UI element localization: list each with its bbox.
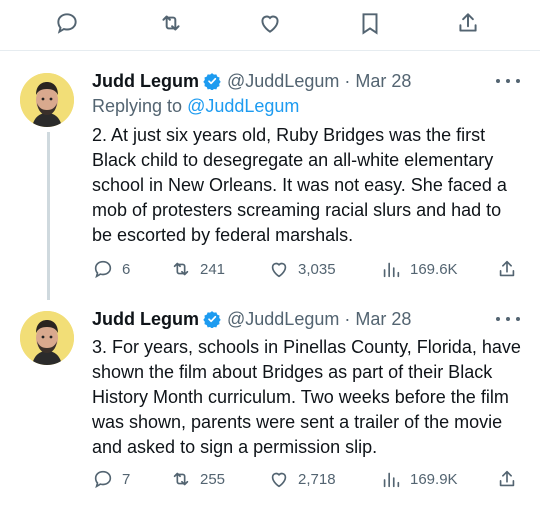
like-button[interactable]: 2,718	[268, 467, 336, 491]
replying-to: Replying to @JuddLegum	[92, 96, 299, 117]
like-icon	[271, 472, 287, 488]
repost-icon[interactable]	[156, 8, 186, 38]
replying-to-link[interactable]: @JuddLegum	[187, 96, 299, 116]
more-options-icon[interactable]	[496, 71, 520, 91]
display-name[interactable]: Judd Legum	[92, 71, 199, 92]
reply-icon	[94, 470, 112, 489]
share-icon	[499, 470, 515, 487]
bookmark-icon[interactable]	[355, 8, 385, 38]
like-icon[interactable]	[255, 8, 285, 38]
handle-and-date[interactable]: @JuddLegum · Mar 28	[227, 309, 411, 330]
tweet-actions: 6 241 3,035 169.6K	[92, 257, 522, 281]
avatar[interactable]	[20, 311, 74, 365]
reply-count: 7	[122, 470, 131, 488]
like-icon	[271, 262, 287, 278]
tweet-text: 3. For years, schools in Pinellas County…	[92, 337, 521, 457]
display-name[interactable]: Judd Legum	[92, 309, 199, 330]
views-icon	[383, 472, 400, 488]
more-options-icon[interactable]	[496, 309, 520, 329]
repost-count: 241	[200, 260, 226, 278]
share-icon	[499, 260, 515, 277]
reply-count: 6	[122, 260, 131, 278]
repost-count: 255	[200, 470, 226, 488]
avatar[interactable]	[20, 73, 74, 127]
verified-badge-icon	[203, 311, 221, 328]
replying-to-label: Replying to	[92, 96, 188, 116]
previous-tweet-action-bar	[0, 0, 540, 51]
tweet-header: Judd Legum @JuddLegum · Mar 28	[92, 307, 411, 331]
view-count: 169.6K	[410, 260, 458, 278]
thread-line	[47, 132, 50, 300]
view-count: 169.9K	[410, 470, 458, 488]
repost-button[interactable]: 255	[170, 467, 225, 491]
share-button[interactable]	[496, 467, 526, 491]
like-count: 2,718	[298, 470, 336, 488]
tweet-header: Judd Legum @JuddLegum · Mar 28	[92, 69, 411, 93]
views-button[interactable]: 169.9K	[380, 467, 458, 491]
like-count: 3,035	[298, 260, 336, 278]
reply-button[interactable]: 6	[92, 257, 130, 281]
repost-button[interactable]: 241	[170, 257, 225, 281]
repost-icon	[173, 472, 189, 486]
tweet-actions: 7 255 2,718 169.9K	[92, 467, 522, 491]
handle-and-date[interactable]: @JuddLegum · Mar 28	[227, 71, 411, 92]
views-icon	[383, 262, 400, 278]
repost-icon	[173, 262, 189, 276]
reply-button[interactable]: 7	[92, 467, 130, 491]
reply-icon[interactable]	[52, 8, 82, 38]
views-button[interactable]: 169.6K	[380, 257, 458, 281]
reply-icon	[94, 260, 112, 279]
like-button[interactable]: 3,035	[268, 257, 336, 281]
tweet-text: 2. At just six years old, Ruby Bridges w…	[92, 125, 507, 245]
share-icon[interactable]	[453, 8, 483, 38]
verified-badge-icon	[203, 73, 221, 90]
share-button[interactable]	[496, 257, 526, 281]
